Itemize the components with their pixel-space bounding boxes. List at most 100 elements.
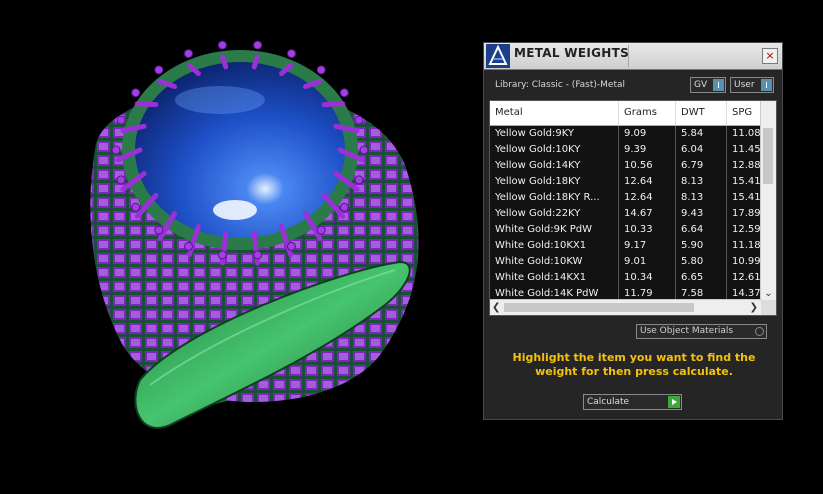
cell-dwt: 8.13 bbox=[676, 174, 727, 190]
close-button[interactable]: × bbox=[762, 48, 778, 64]
cell-dwt: 5.80 bbox=[676, 254, 727, 270]
prong-bead bbox=[316, 65, 326, 75]
prong-bead bbox=[116, 175, 126, 185]
header-metal[interactable]: Metal bbox=[490, 101, 619, 125]
table-row[interactable]: Yellow Gold:9KY 9.09 5.84 11.08 bbox=[490, 126, 767, 143]
prong bbox=[251, 54, 260, 70]
cell-metal: Yellow Gold:10KY bbox=[490, 142, 619, 158]
cell-metal: Yellow Gold:14KY bbox=[490, 158, 619, 174]
title-divider bbox=[628, 45, 629, 67]
cell-grams: 10.34 bbox=[619, 270, 676, 286]
scroll-right-icon[interactable]: ❯ bbox=[750, 300, 758, 315]
prong-bead bbox=[183, 241, 193, 251]
cell-metal: White Gold:14KX1 bbox=[490, 270, 619, 286]
prong-bead bbox=[287, 241, 297, 251]
cell-grams: 14.67 bbox=[619, 206, 676, 222]
cell-grams: 10.56 bbox=[619, 158, 676, 174]
metal-table[interactable]: Metal Grams DWT SPG Yellow Gold:9KY 9.09… bbox=[489, 100, 777, 316]
prong-bead bbox=[131, 202, 141, 212]
source-dropdown[interactable]: User bbox=[730, 77, 774, 93]
prong-bead bbox=[339, 88, 349, 98]
cell-dwt: 5.84 bbox=[676, 126, 727, 142]
prong-bead bbox=[316, 225, 326, 235]
horizontal-scrollbar[interactable]: ❮ ❯ bbox=[490, 299, 762, 315]
prong bbox=[134, 101, 159, 108]
prong-bead bbox=[154, 225, 164, 235]
prong bbox=[321, 101, 346, 108]
use-object-materials-label: Use Object Materials bbox=[640, 326, 734, 336]
prong-bead bbox=[217, 250, 227, 260]
instruction-text: Highlight the item you want to find the … bbox=[512, 351, 756, 378]
cell-metal: White Gold:9K PdW bbox=[490, 222, 619, 238]
source-dropdown-value: User bbox=[734, 80, 755, 90]
prong-bead bbox=[131, 88, 141, 98]
cell-grams: 9.09 bbox=[619, 126, 676, 142]
table-row[interactable]: Yellow Gold:10KY 9.39 6.04 11.45 bbox=[490, 142, 767, 159]
cell-metal: Yellow Gold:22KY bbox=[490, 206, 619, 222]
cell-metal: Yellow Gold:18KY bbox=[490, 174, 619, 190]
cell-grams: 12.64 bbox=[619, 174, 676, 190]
prong-bead bbox=[116, 115, 126, 125]
cell-dwt: 6.65 bbox=[676, 270, 727, 286]
prong-bead bbox=[217, 40, 227, 50]
dropdown-arrow-icon bbox=[713, 79, 724, 91]
table-row[interactable]: Yellow Gold:18KY 12.64 8.13 15.41 bbox=[490, 174, 767, 191]
horizontal-scroll-thumb[interactable] bbox=[504, 303, 694, 312]
prong-bead bbox=[253, 250, 263, 260]
table-row[interactable]: Yellow Gold:22KY 14.67 9.43 17.89 bbox=[490, 206, 767, 223]
prong-bead bbox=[183, 49, 193, 59]
vertical-scrollbar[interactable]: ⌄ bbox=[760, 101, 776, 301]
scroll-down-icon[interactable]: ⌄ bbox=[761, 287, 776, 301]
cell-dwt: 5.90 bbox=[676, 238, 727, 254]
table-row[interactable]: Yellow Gold:14KY 10.56 6.79 12.88 bbox=[490, 158, 767, 175]
prong-bead bbox=[339, 202, 349, 212]
cell-grams: 9.17 bbox=[619, 238, 676, 254]
cell-dwt: 9.43 bbox=[676, 206, 727, 222]
prong-bead bbox=[354, 175, 364, 185]
calculate-label: Calculate bbox=[587, 397, 630, 407]
cell-grams: 12.64 bbox=[619, 190, 676, 206]
cell-dwt: 8.13 bbox=[676, 190, 727, 206]
prong-bead bbox=[111, 145, 121, 155]
cell-grams: 10.33 bbox=[619, 222, 676, 238]
use-object-materials-option[interactable]: Use Object Materials bbox=[636, 324, 767, 339]
prong-bead bbox=[354, 115, 364, 125]
cell-metal: White Gold:10KX1 bbox=[490, 238, 619, 254]
scroll-left-icon[interactable]: ❮ bbox=[492, 300, 500, 315]
table-row[interactable]: White Gold:14KX1 10.34 6.65 12.61 bbox=[490, 270, 767, 287]
cell-grams: 9.39 bbox=[619, 142, 676, 158]
calculate-button[interactable]: Calculate bbox=[583, 394, 682, 410]
cell-dwt: 6.64 bbox=[676, 222, 727, 238]
ring-render bbox=[90, 40, 419, 429]
table-row[interactable]: Yellow Gold:18KY R... 12.64 8.13 15.41 bbox=[490, 190, 767, 207]
panel-titlebar[interactable]: METAL WEIGHTS × bbox=[484, 43, 782, 70]
play-arrow-icon[interactable] bbox=[668, 396, 680, 408]
vertical-scroll-thumb[interactable] bbox=[763, 128, 773, 184]
prong-bead bbox=[154, 65, 164, 75]
panel-title: METAL WEIGHTS bbox=[514, 46, 630, 60]
scroll-corner bbox=[761, 300, 776, 315]
prong-bead bbox=[359, 145, 369, 155]
app-logo-icon bbox=[486, 44, 510, 68]
unit-dropdown-value: GV bbox=[694, 80, 708, 90]
3d-viewport[interactable] bbox=[0, 0, 480, 490]
dropdown-arrow-icon bbox=[761, 79, 772, 91]
cell-dwt: 6.04 bbox=[676, 142, 727, 158]
library-label: Library: Classic - (Fast)-Metal bbox=[495, 80, 626, 90]
table-row[interactable]: White Gold:9K PdW 10.33 6.64 12.59 bbox=[490, 222, 767, 239]
cell-dwt: 6.79 bbox=[676, 158, 727, 174]
metal-weights-panel: METAL WEIGHTS × Library: Classic - (Fast… bbox=[483, 42, 783, 420]
header-grams[interactable]: Grams bbox=[619, 101, 676, 125]
table-header: Metal Grams DWT SPG bbox=[490, 101, 767, 126]
prong-bead bbox=[287, 49, 297, 59]
cell-metal: Yellow Gold:9KY bbox=[490, 126, 619, 142]
prong bbox=[220, 54, 229, 70]
cell-grams: 9.01 bbox=[619, 254, 676, 270]
table-row[interactable]: White Gold:10KW 9.01 5.80 10.99 bbox=[490, 254, 767, 271]
unit-dropdown[interactable]: GV bbox=[690, 77, 726, 93]
table-row[interactable]: White Gold:10KX1 9.17 5.90 11.18 bbox=[490, 238, 767, 255]
cell-metal: White Gold:10KW bbox=[490, 254, 619, 270]
radio-icon[interactable] bbox=[755, 327, 764, 336]
header-dwt[interactable]: DWT bbox=[676, 101, 727, 125]
cell-metal: Yellow Gold:18KY R... bbox=[490, 190, 619, 206]
